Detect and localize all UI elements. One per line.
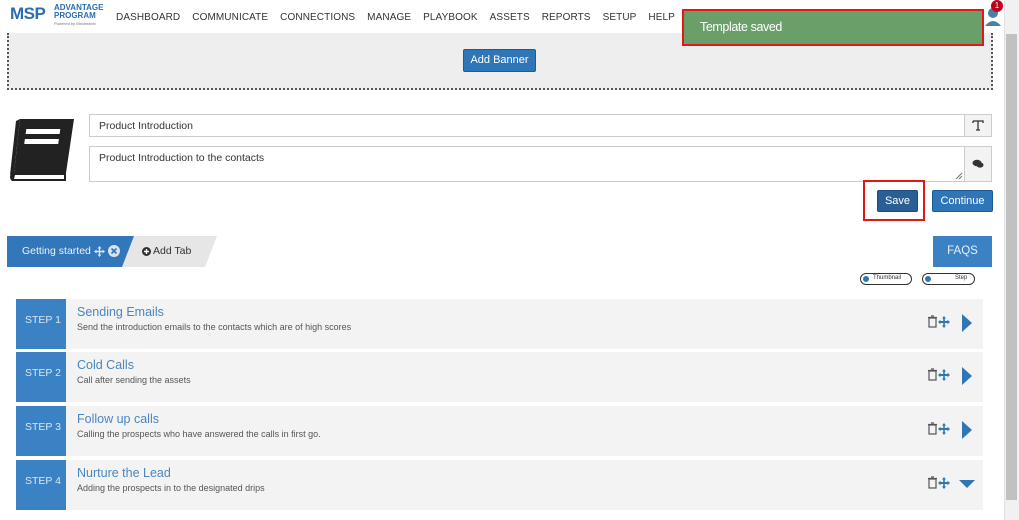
nav-connections[interactable]: CONNECTIONS xyxy=(280,12,355,23)
nav-reports[interactable]: REPORTS xyxy=(542,12,591,23)
step-index: 4 xyxy=(55,475,61,487)
step-description: Adding the prospects in to the designate… xyxy=(77,483,265,493)
step-number: STEP 3 xyxy=(16,406,66,456)
step-actions xyxy=(928,315,950,328)
step-number: STEP 4 xyxy=(16,460,66,510)
expand-arrow-icon[interactable] xyxy=(959,312,975,334)
save-highlight xyxy=(863,180,925,221)
step-title[interactable]: Sending Emails xyxy=(77,305,164,319)
logo-program-text: ADVANTAGE PROGRAM xyxy=(54,4,103,20)
step-row[interactable]: STEP 1 Sending Emails Send the introduct… xyxy=(16,299,983,349)
step-row[interactable]: STEP 2 Cold Calls Call after sending the… xyxy=(16,352,983,402)
step-index: 2 xyxy=(55,367,61,379)
thumbnail-toggle[interactable]: Thumbnail xyxy=(860,273,912,285)
step-description: Calling the prospects who have answered … xyxy=(77,429,321,439)
thumbnail-toggle-label: Thumbnail xyxy=(873,275,902,281)
step-number: STEP 2 xyxy=(16,352,66,402)
step-actions xyxy=(928,476,950,489)
scrollbar-thumb[interactable] xyxy=(1006,34,1017,500)
add-tab-button[interactable]: Add Tab xyxy=(122,236,217,267)
logo-line2: PROGRAM xyxy=(54,11,96,20)
step-title[interactable]: Follow up calls xyxy=(77,412,159,426)
step-actions xyxy=(928,422,950,435)
step-index: 3 xyxy=(55,421,61,433)
step-toggle-dot xyxy=(925,276,931,282)
add-circle-icon xyxy=(142,247,151,256)
trash-icon[interactable] xyxy=(928,315,937,328)
add-tab-label: Add Tab xyxy=(153,245,192,257)
step-description: Call after sending the assets xyxy=(77,375,191,385)
text-format-addon[interactable] xyxy=(965,114,992,137)
tab-getting-started-label: Getting started xyxy=(22,245,91,257)
msp-logo[interactable]: MSP ADVANTAGE PROGRAM Powered by Mindmat… xyxy=(10,3,103,29)
step-label: STEP xyxy=(25,421,53,433)
step-toggle[interactable]: Step xyxy=(922,273,975,285)
move-icon[interactable] xyxy=(938,423,950,435)
step-actions xyxy=(928,368,950,381)
step-index: 1 xyxy=(55,314,61,326)
logo-powered-by: Powered by Mindmatrix xyxy=(54,21,96,26)
trash-icon[interactable] xyxy=(928,476,937,489)
move-icon[interactable] xyxy=(938,477,950,489)
step-label: STEP xyxy=(25,475,53,487)
expand-arrow-icon[interactable] xyxy=(959,365,975,387)
step-number: STEP 1 xyxy=(16,299,66,349)
step-title[interactable]: Cold Calls xyxy=(77,358,134,372)
comment-addon[interactable] xyxy=(965,146,992,182)
step-description: Send the introduction emails to the cont… xyxy=(77,322,352,332)
text-format-icon xyxy=(972,120,984,131)
step-title[interactable]: Nurture the Lead xyxy=(77,466,171,480)
nav-dashboard[interactable]: DASHBOARD xyxy=(116,12,180,23)
move-icon[interactable] xyxy=(938,369,950,381)
playbook-title-input[interactable]: Product Introduction xyxy=(89,114,965,137)
nav-help[interactable]: HELP xyxy=(648,12,675,23)
nav-communicate[interactable]: COMMUNICATE xyxy=(192,12,268,23)
trash-icon[interactable] xyxy=(928,368,937,381)
nav-setup[interactable]: SETUP xyxy=(603,12,637,23)
trash-icon[interactable] xyxy=(928,422,937,435)
notification-badge[interactable]: 1 xyxy=(991,0,1003,12)
step-row[interactable]: STEP 3 Follow up calls Calling the prosp… xyxy=(16,406,983,456)
resize-handle-icon[interactable] xyxy=(955,172,963,180)
thumbnail-toggle-dot xyxy=(863,276,869,282)
tab-close-icon[interactable] xyxy=(108,245,120,257)
playbook-description-input[interactable]: Product Introduction to the contacts xyxy=(89,146,965,182)
faqs-button[interactable]: FAQS xyxy=(933,236,992,267)
continue-button[interactable]: Continue xyxy=(932,190,993,212)
playbook-book-icon xyxy=(10,119,74,181)
step-label: STEP xyxy=(25,367,53,379)
step-toggle-label: Step xyxy=(955,275,968,281)
expand-arrow-icon[interactable] xyxy=(959,419,975,441)
collapse-arrow-icon[interactable] xyxy=(959,473,975,495)
nav-manage[interactable]: MANAGE xyxy=(367,12,411,23)
comment-icon xyxy=(972,159,984,168)
move-icon[interactable] xyxy=(938,316,950,328)
toast-highlight xyxy=(682,9,984,46)
tab-move-icon[interactable] xyxy=(94,246,105,257)
add-banner-button[interactable]: Add Banner xyxy=(463,49,536,72)
step-row[interactable]: STEP 4 Nurture the Lead Adding the prosp… xyxy=(16,460,983,510)
nav-assets[interactable]: ASSETS xyxy=(490,12,530,23)
step-label: STEP xyxy=(25,314,53,326)
main-nav: DASHBOARD COMMUNICATE CONNECTIONS MANAGE… xyxy=(116,12,687,23)
logo-msp-text: MSP xyxy=(10,4,46,23)
nav-playbook[interactable]: PLAYBOOK xyxy=(423,12,478,23)
